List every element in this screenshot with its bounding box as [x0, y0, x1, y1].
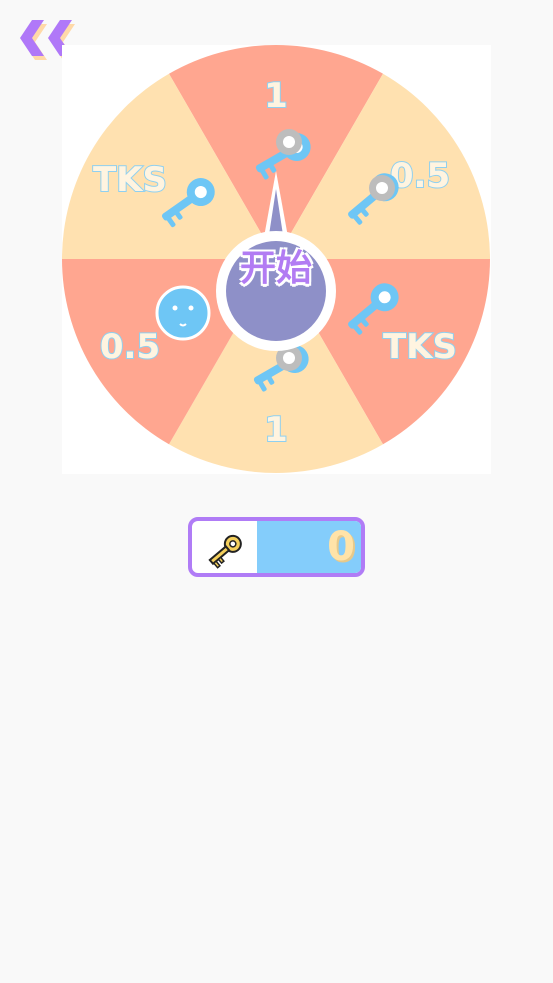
- segment-label-upper-left: TKS: [93, 160, 167, 200]
- key-counter-icon-slot: [192, 521, 257, 573]
- key-count-area: 0: [257, 521, 361, 573]
- lucky-wheel: 1 0.5 TKS 1 0.5 TKS 开始: [62, 45, 491, 474]
- segment-label-upper-right: 0.5: [390, 156, 450, 196]
- smiley-face-icon: [155, 285, 211, 341]
- start-button[interactable]: 开始: [218, 240, 334, 298]
- segment-label-lower-left: 0.5: [100, 327, 160, 367]
- key-icon: [208, 534, 242, 569]
- segment-label-lower-right: TKS: [383, 327, 457, 367]
- key-count-value: 0: [327, 524, 355, 570]
- segment-label-bottom: 1: [264, 410, 288, 450]
- segment-label-top: 1: [264, 76, 288, 116]
- key-counter: 0: [188, 517, 365, 577]
